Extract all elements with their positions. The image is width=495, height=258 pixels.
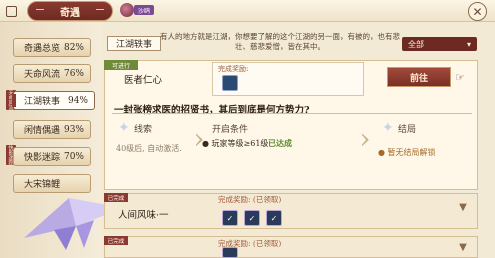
clue-title: 线索 (134, 125, 153, 135)
sidebar-item-value: 70% (63, 151, 84, 162)
reward-claimed-icon (222, 247, 238, 258)
chevron-down-icon[interactable]: ▼ (456, 202, 470, 213)
sidebar-item-kuaiying[interactable]: 快影迷踪 70% (13, 147, 91, 166)
page-title-tab: 奇遇 (27, 1, 113, 21)
filter-selected: 全部 (408, 39, 424, 49)
sidebar-item-label: 奇遇总览 (24, 44, 61, 54)
status-ribbon: 可进行 (104, 60, 138, 70)
sidebar-item-label: 天命风流 (24, 70, 61, 80)
go-button[interactable]: 前往 (387, 67, 451, 87)
reward-label: 完成奖励: (已领取) (218, 195, 282, 204)
close-icon[interactable]: ✕ (468, 2, 487, 21)
reward-label: 完成奖励: (218, 65, 249, 73)
quest-title: 医者仁心 (124, 75, 163, 86)
sidebar-item-label: 闲情偶遇 (24, 126, 61, 136)
section-label: 江湖轶事 (107, 36, 161, 51)
section-description: 有人的地方就是江湖，你想要了解的这个江湖的另一面，有被的，也有悲壮、慈悲爱憎，皆… (160, 32, 400, 51)
condition-title: 开启条件 (212, 125, 249, 135)
sidebar-item-jianghu[interactable]: 江湖轶事 94% (12, 91, 95, 110)
avatar[interactable] (120, 3, 134, 17)
sidebar-item-value: 94% (67, 95, 88, 106)
player-name-badge: 沙鸥 (134, 5, 154, 15)
page-title: 奇遇 (60, 7, 80, 19)
sidebar-item-tianming[interactable]: 天命风流 76% (13, 64, 91, 83)
pointer-hand-icon: ☞ (455, 71, 465, 84)
ending-title: 结局 (398, 125, 417, 135)
sidebar-item-label: 快影迷踪 (24, 153, 61, 163)
condition-text: ● 玩家等级≥61级 (202, 139, 269, 148)
completed-tag: 已完成 (104, 236, 128, 245)
quest-row[interactable] (104, 236, 478, 258)
reward-claimed-icon: ✓ (266, 210, 282, 226)
reward-claimed-icon: ✓ (222, 210, 238, 226)
divider (112, 113, 472, 114)
completed-tag: 已完成 (104, 193, 128, 202)
quest-row-title: 人间风味·一 (118, 210, 169, 221)
reward-item-icon[interactable] (222, 75, 238, 91)
chevron-down-icon[interactable]: ▼ (456, 242, 470, 253)
sidebar-item-value: 76% (63, 68, 84, 79)
ending-text: ● 暂无结局解锁 (378, 148, 436, 157)
sidebar-item-label: 江湖轶事 (24, 97, 61, 107)
reward-claimed-icon: ✓ (244, 210, 260, 226)
chevron-down-icon: ▾ (466, 39, 471, 49)
condition-status: 已达成 (268, 138, 292, 148)
filter-dropdown[interactable]: 全部 ▾ (402, 37, 477, 51)
sidebar-item-value: 93% (63, 124, 84, 135)
sidebar-item-xianqing[interactable]: 闲情偶遇 93% (13, 120, 91, 139)
clue-text: 40级后, 自动激活. (116, 144, 182, 153)
home-icon[interactable] (6, 6, 17, 17)
arrow-right-icon: › (359, 121, 371, 155)
sidebar-item-overview[interactable]: 奇遇总览 82% (13, 38, 91, 57)
sidebar-item-value: 82% (63, 42, 84, 53)
